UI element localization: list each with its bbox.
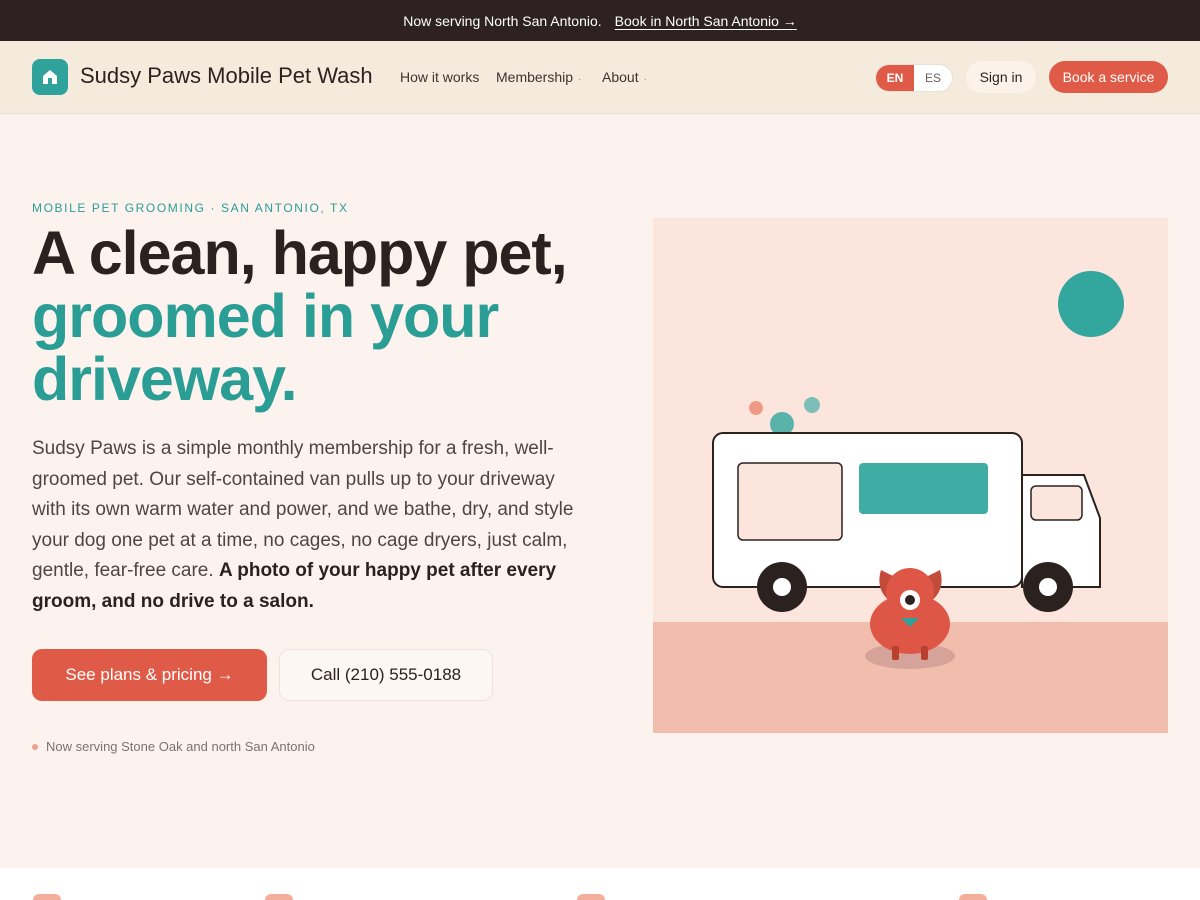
- nav-how-it-works[interactable]: How it works: [400, 69, 479, 85]
- see-plans-button[interactable]: See plans & pricing →: [32, 649, 267, 701]
- book-service-button[interactable]: Book a service: [1049, 61, 1168, 93]
- serving-text: Now serving Stone Oak and north San Anto…: [46, 739, 315, 754]
- status-dot: [32, 743, 38, 750]
- hero-title-line-2: groomed in your: [32, 282, 499, 350]
- nav-how-it-works-label: How it works: [400, 69, 480, 85]
- nav-about-label: About: [602, 69, 639, 85]
- nav-membership-label: Membership: [496, 69, 574, 85]
- hero-title-line-3: driveway.: [32, 345, 298, 413]
- serving-note: Now serving Stone Oak and north San Anto…: [32, 739, 315, 754]
- hero-description: Sudsy Paws is a simple monthly membershi…: [32, 434, 592, 617]
- hero-illustration: [653, 218, 1168, 733]
- announcement-link[interactable]: Book in North San Antonio →: [615, 13, 797, 29]
- sign-in-button[interactable]: Sign in: [966, 61, 1036, 93]
- language-en[interactable]: EN: [876, 65, 914, 91]
- house-icon[interactable]: [32, 59, 68, 95]
- language-es[interactable]: ES: [914, 65, 952, 91]
- feature-icon: [959, 894, 987, 900]
- feature-icon: [265, 894, 293, 900]
- announcement-bar: Now serving North San Antonio. Book in N…: [0, 0, 1200, 41]
- feature-icon: [33, 894, 61, 900]
- language-toggle: EN ES: [875, 64, 953, 92]
- brand-name[interactable]: Sudsy Paws Mobile Pet Wash: [80, 63, 373, 89]
- call-button[interactable]: Call (210) 555-0188: [279, 649, 493, 701]
- announcement-text: Now serving North San Antonio.: [403, 12, 602, 29]
- nav-membership[interactable]: Membership ·: [496, 69, 581, 85]
- feature-icon: [577, 894, 605, 900]
- hero-title: A clean, happy pet, groomed in your driv…: [32, 222, 632, 411]
- hero-eyebrow: MOBILE PET GROOMING · SAN ANTONIO, TX: [32, 201, 349, 215]
- chevron-down-icon: ·: [578, 74, 582, 85]
- nav-about[interactable]: About ·: [602, 69, 647, 85]
- hero-title-line-1: A clean, happy pet,: [32, 219, 568, 287]
- chevron-down-icon: ·: [643, 74, 647, 85]
- sun-icon: [1058, 271, 1124, 337]
